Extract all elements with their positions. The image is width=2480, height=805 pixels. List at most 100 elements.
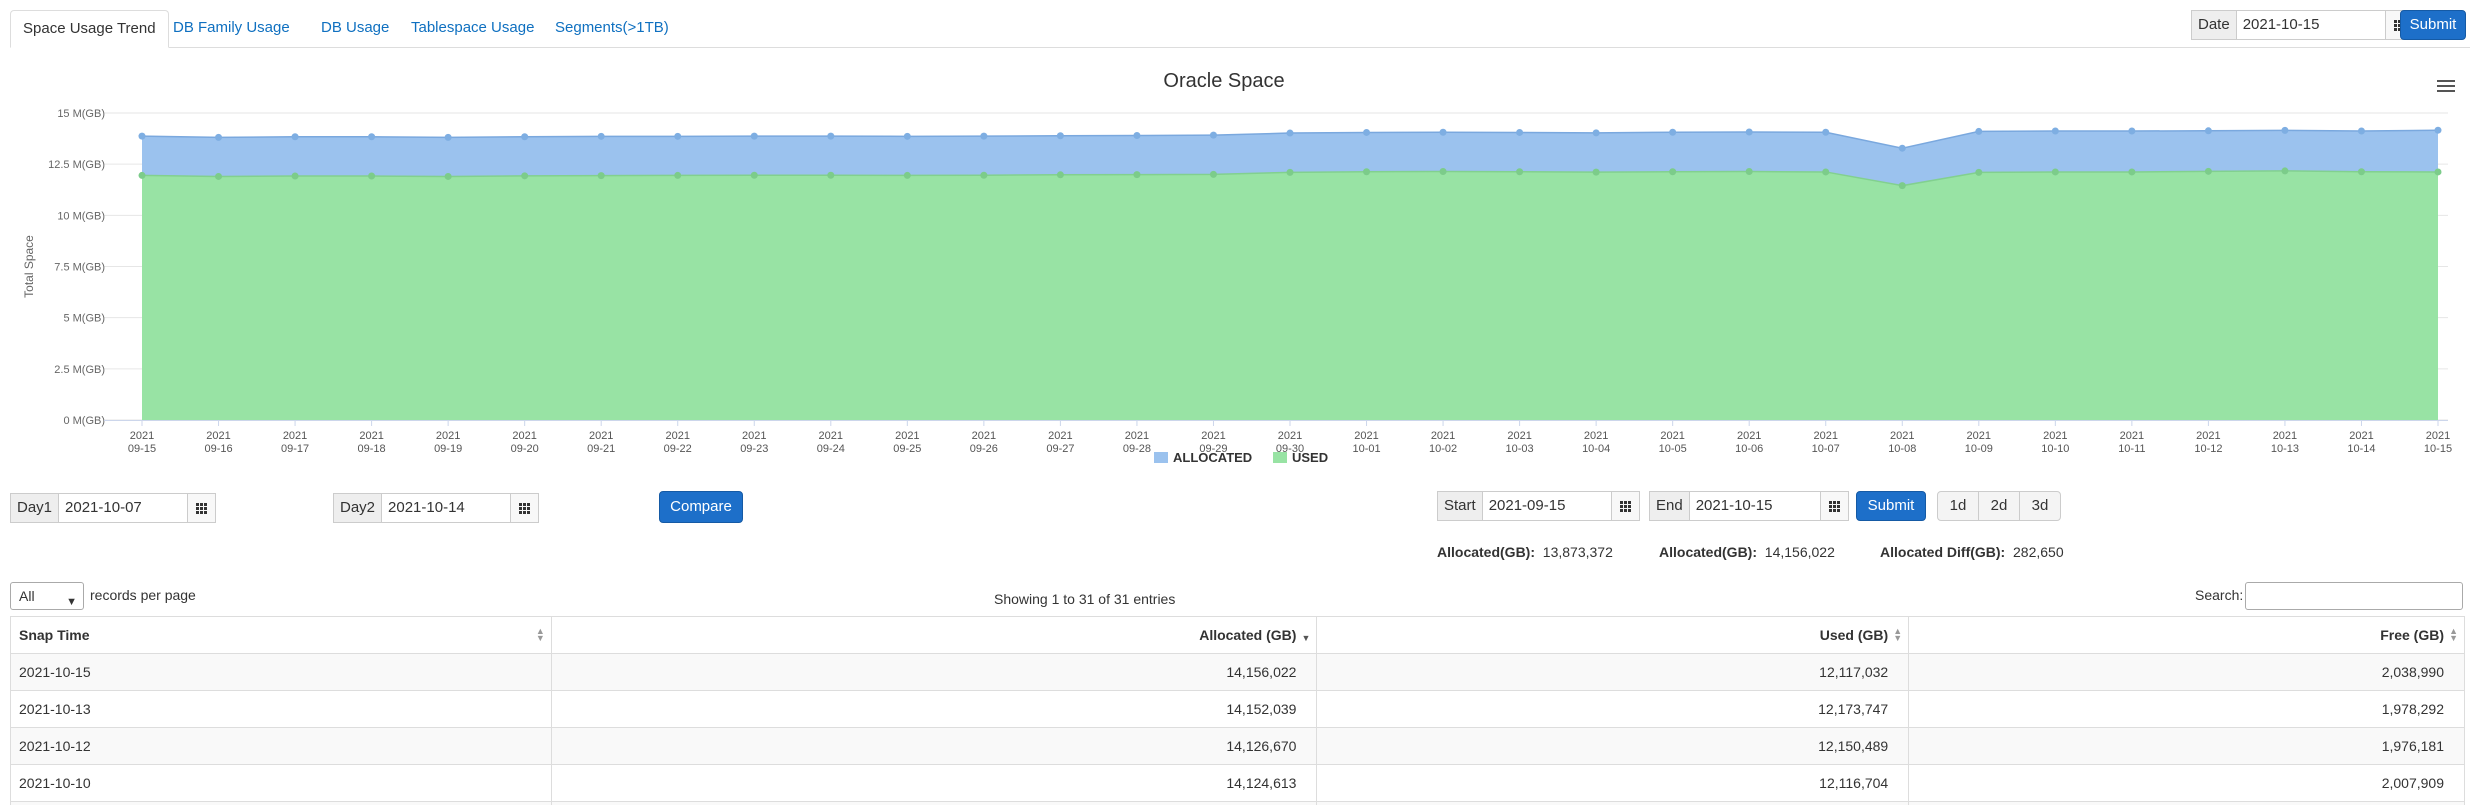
- data-point-allocated: [1209, 131, 1217, 139]
- data-point-used: [674, 171, 682, 179]
- day1-field[interactable]: 2021-10-07: [58, 493, 189, 523]
- column-header-used[interactable]: Used (GB) ▲ ▼: [1316, 616, 1910, 654]
- y-tick-label: 7.5 M(GB): [54, 262, 105, 274]
- x-tick-label: 2021: [130, 430, 154, 442]
- data-point-allocated: [827, 132, 835, 140]
- hamburger-menu-icon[interactable]: [2437, 80, 2455, 94]
- y-tick-label: 5 M(GB): [63, 313, 105, 325]
- x-tick-label: 10-07: [1812, 443, 1840, 455]
- cell-snap-time: 2021-10-10: [10, 764, 552, 802]
- table-info: Showing 1 to 31 of 31 entries: [994, 591, 1176, 607]
- cell-snap-time: 2021-10-12: [10, 727, 552, 765]
- search-label: Search:: [2195, 587, 2244, 603]
- data-point-allocated: [1363, 128, 1371, 136]
- data-point-used: [1592, 168, 1600, 176]
- x-tick-label: 2021: [895, 430, 919, 442]
- data-point-allocated: [2281, 126, 2289, 134]
- data-point-used: [2051, 168, 2059, 176]
- x-tick-label: 2021: [359, 430, 383, 442]
- x-tick-label: 2021: [1201, 430, 1225, 442]
- tab-space-usage-trend[interactable]: Space Usage Trend: [10, 10, 169, 48]
- area-chart: 0 M(GB) 2.5 M(GB) 5 M(GB) 7.5 M(GB) 10 M(GB)…: [22, 108, 2452, 465]
- data-point-used: [1822, 168, 1830, 176]
- data-point-allocated: [215, 133, 223, 141]
- start-label: Start: [1437, 491, 1482, 521]
- x-tick-label: 10-03: [1506, 443, 1534, 455]
- column-header-allocated[interactable]: Allocated (GB) ▼: [550, 616, 1318, 654]
- tab-db-family-usage[interactable]: DB Family Usage: [161, 10, 302, 48]
- day2-field[interactable]: 2021-10-14: [381, 493, 512, 523]
- search-input[interactable]: [2245, 582, 2463, 610]
- tab-segments[interactable]: Segments(>1TB): [543, 10, 681, 48]
- x-tick-label: 2021: [665, 430, 689, 442]
- range-submit-button[interactable]: Submit: [1856, 491, 1926, 521]
- top-submit-button[interactable]: Submit: [2400, 10, 2466, 40]
- quick-2d-button[interactable]: 2d: [1978, 491, 2020, 521]
- x-tick-label: 09-18: [358, 443, 386, 455]
- summary-alloc2-label: Allocated(GB):: [1659, 544, 1757, 560]
- x-tick-label: 2021: [1967, 430, 1991, 442]
- data-point-used: [2357, 168, 2365, 176]
- start-field[interactable]: 2021-09-15: [1481, 491, 1612, 521]
- x-tick-label: 2021: [206, 430, 230, 442]
- chart-title: Oracle Space: [1163, 70, 1285, 92]
- column-header-snap-time[interactable]: Snap Time ▲ ▼: [10, 616, 552, 654]
- data-point-used: [2281, 167, 2289, 175]
- x-tick-label: 2021: [1125, 430, 1149, 442]
- top-date-group: Date 2021-10-15: [2191, 10, 2414, 40]
- day2-label: Day2: [333, 493, 382, 523]
- data-point-allocated: [1669, 128, 1677, 136]
- x-tick-label: 2021: [512, 430, 536, 442]
- x-tick-label: 09-19: [434, 443, 462, 455]
- data-point-allocated: [521, 133, 529, 141]
- compare-button[interactable]: Compare: [659, 491, 743, 523]
- cell-snap-time: [10, 801, 552, 805]
- data-point-allocated: [2204, 127, 2212, 135]
- day2-group: Day2 2021-10-14: [333, 493, 540, 523]
- x-tick-label: 2021: [819, 430, 843, 442]
- chevron-down-icon: ▼: [66, 596, 77, 608]
- summary-alloc1: Allocated(GB): 13,873,372: [1437, 544, 1613, 560]
- data-point-used: [1669, 168, 1677, 176]
- x-tick-label: 10-09: [1965, 443, 1993, 455]
- data-point-used: [827, 171, 835, 179]
- x-tick-label: 10-04: [1582, 443, 1610, 455]
- calendar-icon[interactable]: [1820, 491, 1849, 521]
- space-table: Snap Time ▲ ▼ Allocated (GB) ▼ Used (GB) ▲ ▼ …: [10, 616, 2465, 805]
- cell-used: 12,116,704: [1316, 764, 1910, 802]
- tab-db-usage[interactable]: DB Usage: [309, 10, 401, 48]
- summary-diff: Allocated Diff(GB): 282,650: [1880, 544, 2064, 560]
- data-point-used: [750, 171, 758, 179]
- x-tick-label: 09-23: [740, 443, 768, 455]
- date-label: Date: [2191, 10, 2236, 40]
- x-tick-label: 10-06: [1735, 443, 1763, 455]
- data-point-allocated: [597, 132, 605, 140]
- data-point-used: [1209, 170, 1217, 178]
- date-field[interactable]: 2021-10-15: [2235, 10, 2386, 40]
- tab-tablespace-usage[interactable]: Tablespace Usage: [399, 10, 546, 48]
- data-point-used: [1745, 168, 1753, 176]
- records-per-page-select[interactable]: All ▼: [10, 582, 84, 610]
- column-header-free[interactable]: Free (GB) ▲ ▼: [1908, 616, 2465, 654]
- x-tick-label: 2021: [1507, 430, 1531, 442]
- cell-free: 1,978,292: [1908, 690, 2465, 728]
- data-point-allocated: [1975, 127, 1983, 135]
- summary-diff-value: 282,650: [2013, 544, 2064, 560]
- data-point-used: [291, 172, 299, 180]
- quick-1d-button[interactable]: 1d: [1937, 491, 1979, 521]
- x-tick-label: 10-15: [2424, 443, 2452, 455]
- calendar-icon[interactable]: [511, 493, 540, 523]
- x-tick-label: 2021: [1813, 430, 1837, 442]
- table-row: 2021-10-13 14,152,039 12,173,747 1,978,2…: [10, 690, 2465, 728]
- y-axis-label: Total Space: [22, 235, 36, 298]
- legend-label-used: USED: [1292, 450, 1328, 465]
- calendar-icon[interactable]: [188, 493, 217, 523]
- day1-label: Day1: [10, 493, 59, 523]
- end-field[interactable]: 2021-10-15: [1688, 491, 1821, 521]
- end-label: End: [1649, 491, 1689, 521]
- calendar-icon[interactable]: [1611, 491, 1640, 521]
- data-point-allocated: [368, 133, 376, 141]
- quick-3d-button[interactable]: 3d: [2019, 491, 2061, 521]
- data-point-used: [903, 171, 911, 179]
- summary-diff-label: Allocated Diff(GB):: [1880, 544, 2006, 560]
